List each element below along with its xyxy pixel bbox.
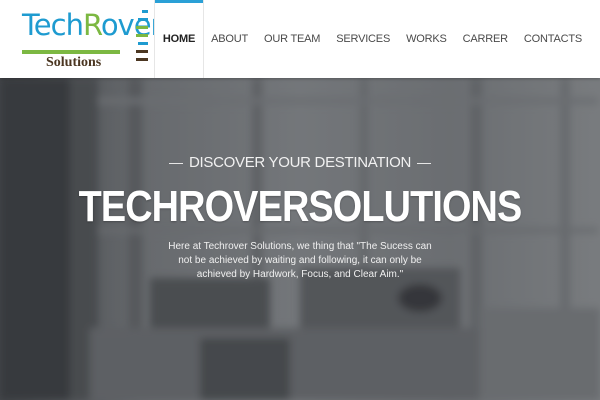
nav-item-services[interactable]: SERVICES xyxy=(328,0,398,78)
brand-logo[interactable]: TechRover Solutions xyxy=(20,8,162,72)
main-nav: HOME ABOUT OUR TEAM SERVICES WORKS CARRE… xyxy=(154,0,590,78)
nav-item-works[interactable]: WORKS xyxy=(398,0,455,78)
logo-underline xyxy=(22,50,120,54)
hero-tagline-container: DISCOVER YOUR DESTINATION xyxy=(0,154,600,172)
nav-item-home[interactable]: HOME xyxy=(154,0,204,78)
hero-tagline: DISCOVER YOUR DESTINATION xyxy=(169,154,431,171)
logo-subtitle: Solutions xyxy=(46,55,102,70)
nav-item-contacts[interactable]: CONTACTS xyxy=(516,0,590,78)
logo-bars-icon xyxy=(136,10,148,66)
hero-description: Here at Techrover Solutions, we thing th… xyxy=(168,241,432,280)
hero-overlay xyxy=(0,78,600,400)
nav-item-carrer[interactable]: CARRER xyxy=(455,0,516,78)
site-header: TechRover Solutions HOME ABOUT OUR TEAM … xyxy=(0,0,600,78)
nav-item-our-team[interactable]: OUR TEAM xyxy=(256,0,328,78)
hero-section: DISCOVER YOUR DESTINATION TECHROVERSOLUT… xyxy=(0,78,600,400)
hero-title: TECHROVERSOLUTIONS xyxy=(78,182,523,231)
logo-text-over: over xyxy=(100,8,163,42)
logo-text-r: R xyxy=(82,8,102,42)
logo-text-tech: Tech xyxy=(22,8,84,42)
nav-item-about[interactable]: ABOUT xyxy=(203,0,256,78)
